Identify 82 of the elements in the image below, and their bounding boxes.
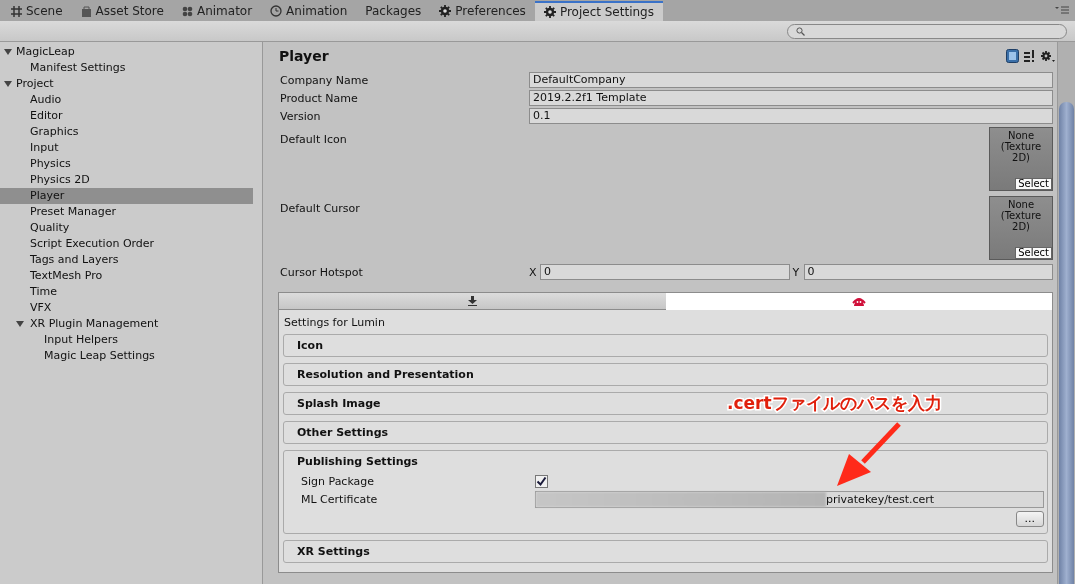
field-label: Version xyxy=(279,109,322,123)
checkbox[interactable] xyxy=(535,474,548,488)
section-title: Other Settings xyxy=(297,425,389,441)
expand-arrow-icon xyxy=(4,80,12,88)
text-field[interactable]: DefaultCompany xyxy=(529,72,1053,88)
number-field[interactable]: 0 xyxy=(540,264,790,280)
path-field[interactable]: privatekey/test.cert xyxy=(535,490,1044,508)
window-tab[interactable]: Project Settings xyxy=(534,1,663,21)
field-label: ML Certificate xyxy=(300,492,379,506)
tree-item[interactable]: Project xyxy=(0,76,262,92)
platform-tab[interactable] xyxy=(279,293,666,310)
tree-item[interactable]: XR Plugin Management xyxy=(0,316,262,332)
section-title: Resolution and Presentation xyxy=(297,367,474,383)
field-label: Sign Package xyxy=(300,474,376,488)
annotation-text: .certファイルのパスを入力 xyxy=(727,392,942,415)
settings-section[interactable]: XR Settings xyxy=(283,540,1048,563)
expand-arrow-icon xyxy=(16,320,24,328)
tree-item[interactable]: Magic Leap Settings xyxy=(0,348,262,364)
search-icon xyxy=(796,26,805,36)
section-title: Icon xyxy=(297,338,323,354)
number-field[interactable]: 0 xyxy=(803,264,1053,280)
tree-item[interactable]: VFX xyxy=(0,300,262,316)
field-label: Company Name xyxy=(279,73,370,87)
section-title: Splash Image xyxy=(297,396,381,412)
tree-item[interactable]: Editor xyxy=(0,108,262,124)
section-title: Publishing Settings xyxy=(297,454,418,470)
tree-item[interactable]: MagicLeap xyxy=(0,44,262,60)
sliders-icon[interactable] xyxy=(1024,50,1036,62)
window-tab[interactable]: Animation xyxy=(261,1,357,21)
tree-item[interactable]: Time xyxy=(0,284,262,300)
field-label: Cursor Hotspot xyxy=(279,265,364,279)
tree-item[interactable]: TextMesh Pro xyxy=(0,268,262,284)
nodes-icon xyxy=(181,5,193,17)
texture-slot[interactable]: None (Texture 2D) Select xyxy=(989,196,1053,260)
tree-item[interactable]: Physics 2D xyxy=(0,172,262,188)
tree-item[interactable]: Input Helpers xyxy=(0,332,262,348)
tree-item[interactable]: Manifest Settings xyxy=(0,60,262,76)
select-button[interactable]: Select xyxy=(1015,247,1052,259)
tree-item[interactable]: Physics xyxy=(0,156,262,172)
search-field[interactable] xyxy=(787,23,1067,39)
field-label: Default Icon xyxy=(279,133,348,146)
axis-label: X xyxy=(529,265,537,279)
settings-icon[interactable] xyxy=(1041,49,1055,63)
tree-item[interactable]: Quality xyxy=(0,220,262,236)
section-title: XR Settings xyxy=(297,544,370,560)
tree-item[interactable]: Player xyxy=(0,188,253,204)
tree-item[interactable]: Script Execution Order xyxy=(0,236,262,252)
field-label: Product Name xyxy=(279,91,359,105)
select-button[interactable]: Select xyxy=(1015,178,1052,190)
gear-icon xyxy=(543,6,556,18)
window-tab[interactable]: Preferences xyxy=(430,1,535,21)
download-icon xyxy=(467,296,477,306)
text-field[interactable]: 2019.2.2f1 Template xyxy=(529,90,1053,106)
gear-icon xyxy=(439,5,452,17)
scrollbar[interactable] xyxy=(1057,42,1075,584)
settings-section[interactable]: Resolution and Presentation xyxy=(283,363,1048,386)
tree-item[interactable]: Tags and Layers xyxy=(0,252,262,268)
settings-section[interactable]: Other Settings xyxy=(283,421,1048,444)
menu-icon[interactable] xyxy=(1055,6,1069,14)
tree-item[interactable]: Graphics xyxy=(0,124,262,140)
expand-arrow-icon xyxy=(4,48,12,56)
tree-item[interactable]: Input xyxy=(0,140,262,156)
window-tab[interactable]: Scene xyxy=(2,1,72,21)
window-tab[interactable]: Animator xyxy=(172,1,262,21)
settings-section[interactable]: Icon xyxy=(283,334,1048,357)
panel-title: Player xyxy=(278,48,329,64)
texture-slot[interactable]: None (Texture 2D) Select xyxy=(989,127,1053,191)
window-tab[interactable]: Packages xyxy=(356,1,431,21)
axis-label: Y xyxy=(792,265,801,279)
grid-icon xyxy=(11,5,22,17)
tree-item[interactable]: Audio xyxy=(0,92,262,108)
tree-item[interactable]: Preset Manager xyxy=(0,204,262,220)
help-book-icon[interactable] xyxy=(1006,49,1019,63)
bag-icon xyxy=(80,5,92,17)
clock-icon xyxy=(270,5,283,17)
settings-heading: Settings for Lumin xyxy=(283,315,386,331)
window-tab[interactable]: Asset Store xyxy=(71,1,173,21)
browse-button[interactable]: ... xyxy=(1015,511,1044,527)
settings-section[interactable]: Publishing Settings Sign Package ML Certificate privatekey/test.cert ... xyxy=(283,450,1048,534)
creature-icon xyxy=(851,296,866,307)
field-label: Default Cursor xyxy=(279,202,361,215)
text-field[interactable]: 0.1 xyxy=(529,108,1053,124)
